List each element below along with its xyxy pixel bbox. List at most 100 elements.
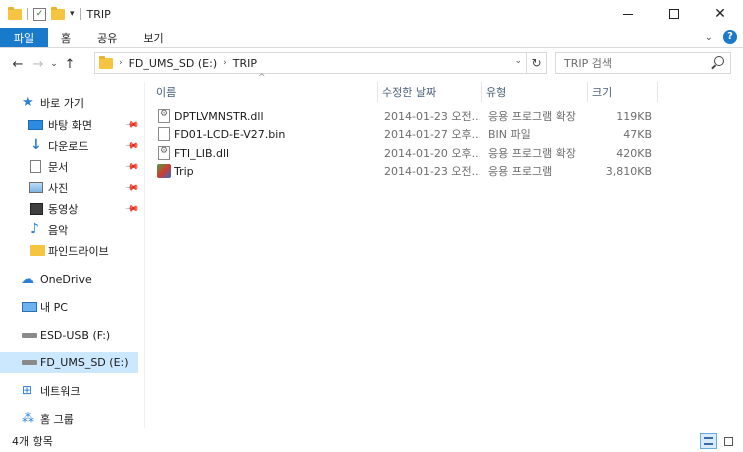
- breadcrumb-folder[interactable]: TRIP: [233, 57, 257, 70]
- file-row[interactable]: Trip 2014-01-23 오전... 응용 프로그램 3,810KB: [152, 162, 657, 180]
- pin-icon[interactable]: 📌: [124, 117, 139, 132]
- ribbon-tabs: 파일 홈 공유 보기 ⌄ ?: [0, 28, 743, 48]
- cloud-icon: ☁: [21, 272, 34, 287]
- divider: [27, 8, 28, 20]
- file-size: 3,810KB: [605, 164, 652, 178]
- music-icon: ♪: [30, 221, 39, 237]
- file-date: 2014-01-27 오후...: [384, 128, 480, 141]
- pin-icon[interactable]: 📌: [124, 201, 139, 216]
- sidebar-item-videos[interactable]: 동영상 📌: [0, 198, 139, 219]
- navigation-pane: ★ 바로 가기 바탕 화면 📌 ↓ 다운로드 📌 문서 📌 사진 📌 동영상 📌…: [0, 82, 145, 428]
- pin-icon[interactable]: 📌: [124, 180, 139, 195]
- file-date: 2014-01-23 오전...: [384, 110, 480, 123]
- search-input[interactable]: [564, 56, 704, 70]
- chevron-right-icon[interactable]: ›: [223, 58, 227, 68]
- sidebar-item-documents[interactable]: 문서 📌: [0, 156, 139, 177]
- pin-icon[interactable]: 📌: [124, 159, 139, 174]
- star-icon: ★: [22, 95, 34, 110]
- search-icon[interactable]: [714, 56, 724, 66]
- sidebar-item-label: 사진: [48, 181, 69, 195]
- file-row[interactable]: FD01-LCD-E-V27.bin 2014-01-27 오후... BIN …: [152, 125, 657, 143]
- computer-icon: [22, 301, 37, 312]
- column-header-size[interactable]: 크기: [588, 82, 658, 102]
- sidebar-item-desktop[interactable]: 바탕 화면 📌: [0, 114, 139, 135]
- sidebar-item-find-drive[interactable]: 파인드라이브: [0, 240, 138, 261]
- details-view-icon: [704, 437, 713, 445]
- quick-access-toolbar: ✓ ▾: [0, 6, 81, 21]
- application-icon: [157, 164, 171, 178]
- sidebar-item-onedrive[interactable]: ☁ OneDrive: [0, 269, 138, 290]
- close-button[interactable]: ✕: [697, 0, 743, 28]
- up-button[interactable]: ↑: [60, 57, 80, 72]
- tab-home[interactable]: 홈: [48, 28, 84, 47]
- maximize-icon: [669, 9, 679, 19]
- title-bar: ✓ ▾ TRIP ✕: [0, 0, 743, 28]
- desktop-icon: [28, 119, 43, 130]
- pin-icon[interactable]: 📌: [124, 138, 139, 153]
- sidebar-item-network[interactable]: ⊞ 네트워크: [0, 380, 138, 401]
- forward-button[interactable]: →: [28, 57, 48, 72]
- new-folder-icon[interactable]: [51, 6, 65, 20]
- file-size: 420KB: [616, 146, 652, 160]
- properties-icon[interactable]: ✓: [33, 7, 46, 21]
- file-name: DPTLVMNSTR.dll: [174, 109, 264, 123]
- dll-file-icon: [158, 146, 170, 160]
- large-icons-view-button[interactable]: [720, 433, 737, 449]
- file-type: 응용 프로그램 확장: [488, 110, 576, 123]
- sidebar-item-fd-ums-sd[interactable]: FD_UMS_SD (E:): [0, 352, 138, 373]
- maximize-button[interactable]: [651, 0, 697, 28]
- details-view-button[interactable]: [700, 433, 717, 449]
- sidebar-item-label: 문서: [48, 160, 69, 174]
- file-row[interactable]: FTI_LIB.dll 2014-01-20 오후... 응용 프로그램 확장 …: [152, 144, 657, 162]
- help-icon[interactable]: ?: [723, 30, 737, 44]
- recent-locations-icon[interactable]: ⌄: [48, 59, 60, 69]
- sidebar-item-label: 음악: [48, 223, 69, 237]
- video-icon: [30, 202, 43, 215]
- sidebar-item-this-pc[interactable]: 내 PC: [0, 296, 138, 317]
- column-header-type[interactable]: 유형: [482, 82, 588, 102]
- bin-file-icon: [158, 127, 170, 141]
- folder-icon: [8, 6, 22, 20]
- sidebar-item-label: 파인드라이브: [48, 244, 109, 258]
- minimize-button[interactable]: [605, 0, 651, 28]
- divider: [79, 8, 81, 20]
- file-name: Trip: [174, 164, 194, 178]
- file-name: FD01-LCD-E-V27.bin: [174, 127, 286, 141]
- chevron-right-icon[interactable]: ›: [119, 58, 123, 68]
- address-bar[interactable]: › FD_UMS_SD (E:) › TRIP ⌄ ↻: [94, 52, 547, 74]
- file-type: 응용 프로그램 확장: [488, 147, 576, 160]
- breadcrumb-drive[interactable]: FD_UMS_SD (E:): [129, 57, 218, 70]
- dll-file-icon: [158, 109, 170, 123]
- tab-view[interactable]: 보기: [130, 28, 176, 47]
- file-size: 47KB: [623, 127, 652, 141]
- sidebar-item-music[interactable]: ♪ 음악: [0, 219, 138, 240]
- customize-toolbar-icon[interactable]: ▾: [70, 9, 75, 19]
- back-button[interactable]: ←: [8, 57, 28, 72]
- sidebar-item-esd-usb[interactable]: ESD-USB (F:): [0, 325, 138, 346]
- item-count: 4개 항목: [12, 435, 53, 448]
- sidebar-item-label: 네트워크: [40, 384, 81, 398]
- status-bar: 4개 항목: [0, 430, 743, 452]
- tab-share[interactable]: 공유: [84, 28, 130, 47]
- column-header-name[interactable]: 이름: [152, 82, 378, 102]
- address-history-icon[interactable]: ⌄: [514, 56, 522, 66]
- download-icon: ↓: [30, 137, 42, 153]
- sidebar-item-pictures[interactable]: 사진 📌: [0, 177, 139, 198]
- refresh-button[interactable]: ↻: [526, 53, 546, 73]
- sidebar-item-downloads[interactable]: ↓ 다운로드 📌: [0, 135, 139, 156]
- column-header-date[interactable]: 수정한 날짜: [378, 82, 482, 102]
- drive-icon: [22, 333, 37, 338]
- sidebar-item-homegroup[interactable]: ⁂ 홈 그룹: [0, 408, 138, 429]
- file-type: 응용 프로그램: [488, 165, 553, 178]
- expand-ribbon-icon[interactable]: ⌄: [705, 32, 713, 43]
- file-row[interactable]: DPTLVMNSTR.dll 2014-01-23 오전... 응용 프로그램 …: [152, 107, 657, 125]
- drive-icon: [22, 360, 37, 365]
- sidebar-item-label: 내 PC: [40, 300, 68, 314]
- sidebar-item-label: 다운로드: [48, 139, 89, 153]
- sidebar-item-label: OneDrive: [40, 273, 92, 286]
- file-date: 2014-01-20 오후...: [384, 147, 480, 160]
- search-box[interactable]: [555, 52, 731, 74]
- sidebar-item-quick-access[interactable]: ★ 바로 가기: [0, 92, 138, 113]
- tab-file[interactable]: 파일: [0, 28, 48, 47]
- sidebar-item-label: 동영상: [48, 202, 79, 216]
